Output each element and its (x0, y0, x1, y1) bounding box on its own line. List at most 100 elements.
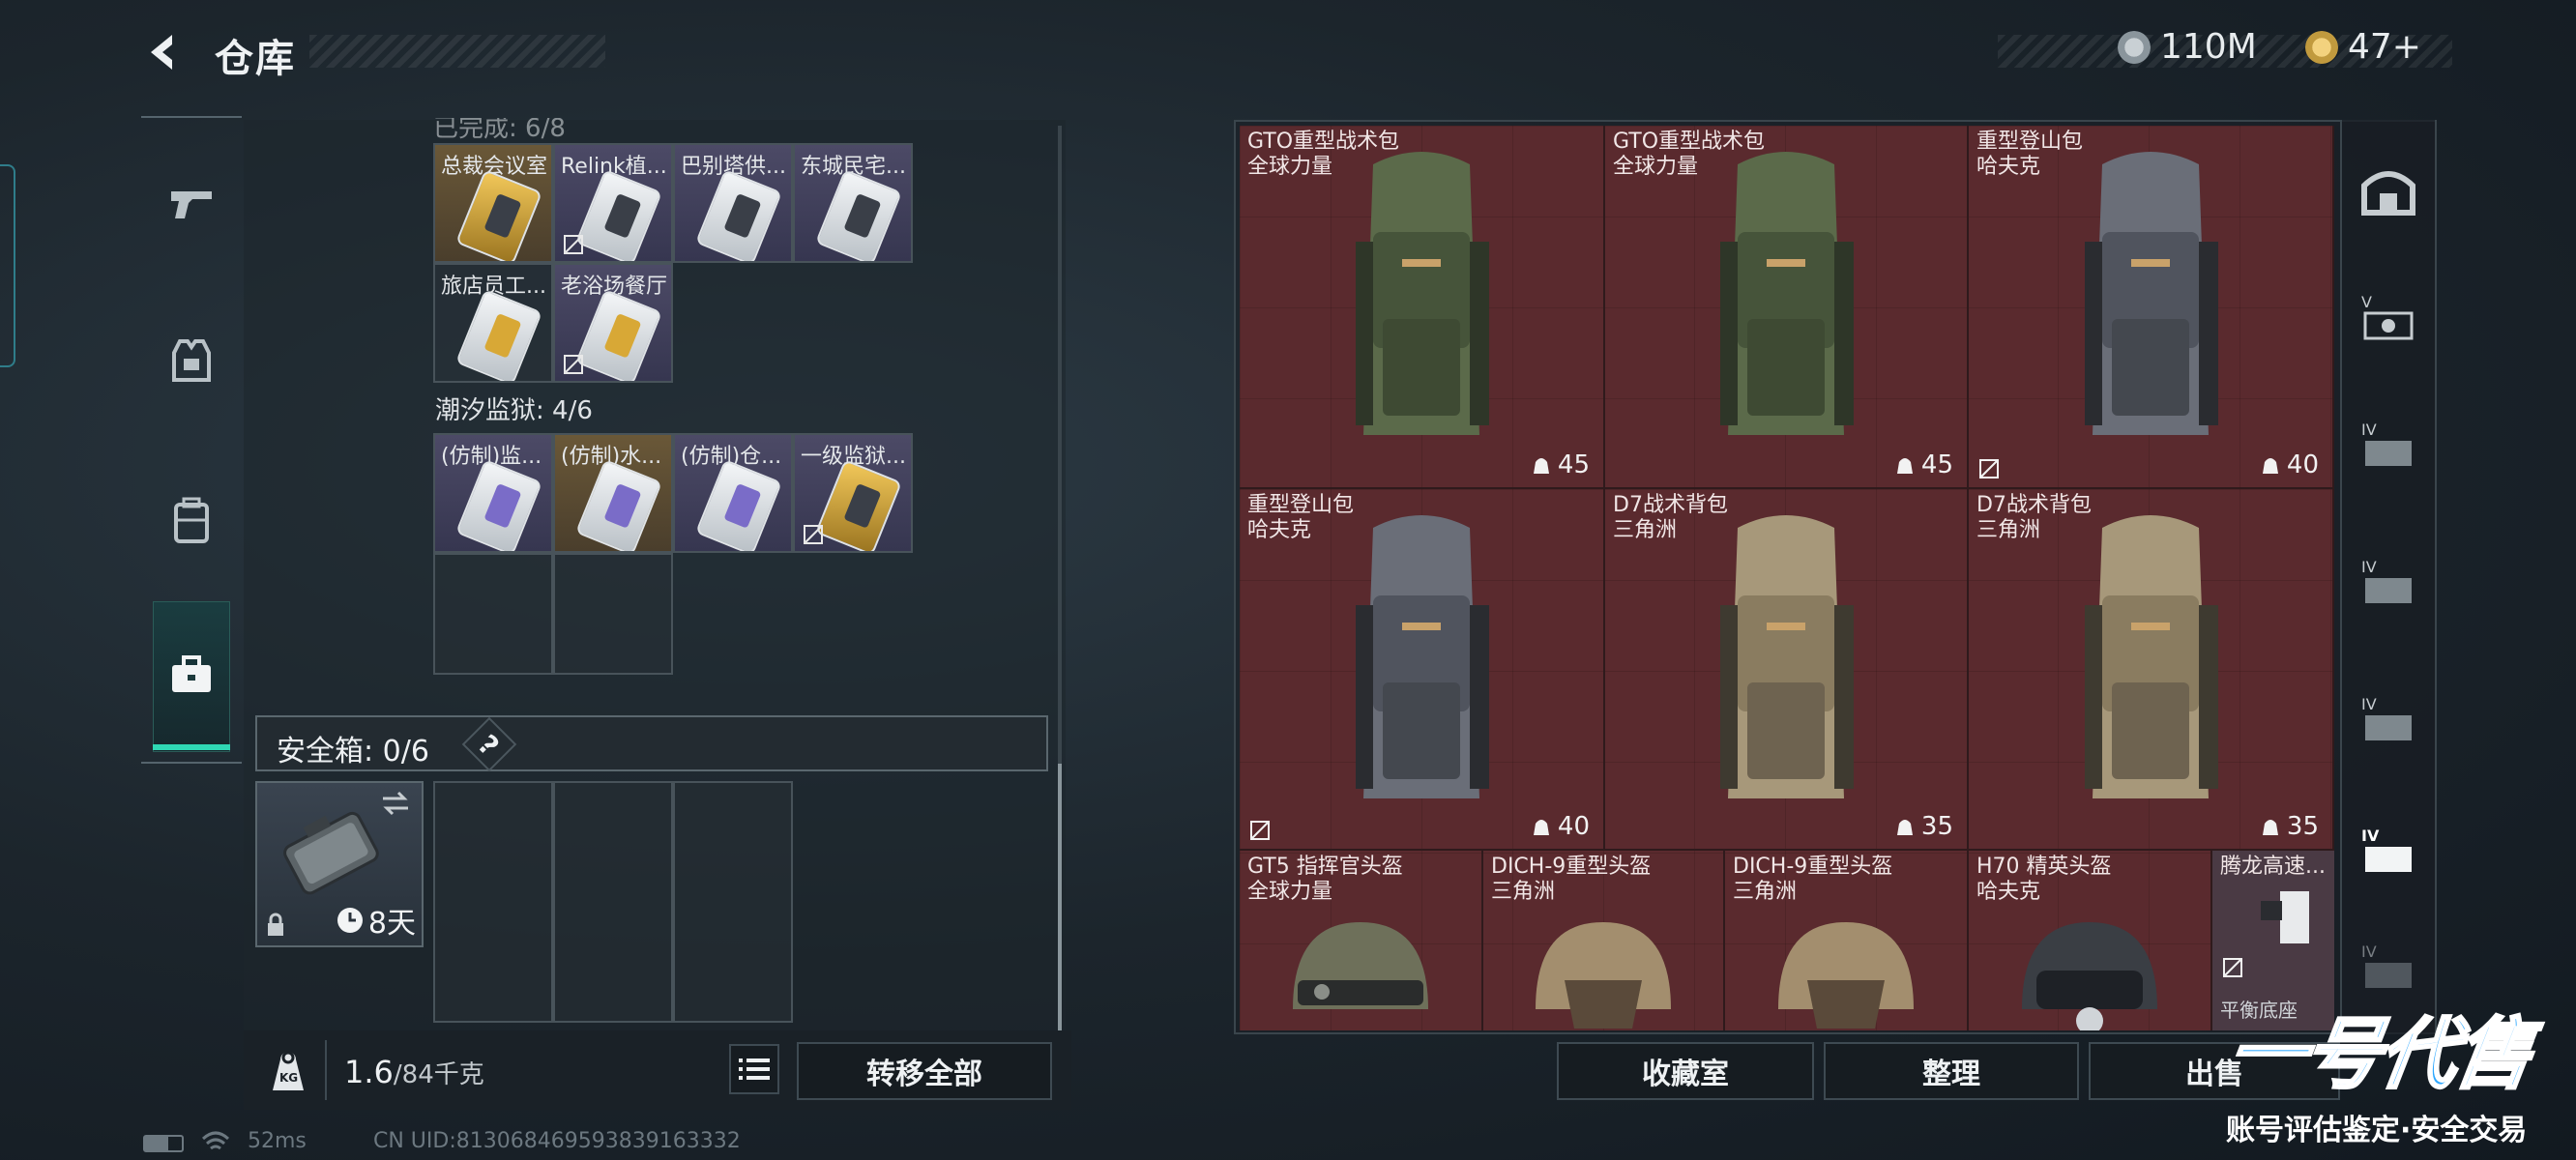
backpack-image (1720, 152, 1854, 435)
item-name: GT5 指挥官头盔 全球力量 (1247, 855, 1403, 904)
stash-item-backpack[interactable]: 重型登山包 哈夫克 40 (1240, 489, 1605, 851)
stash-tab-3[interactable]: IV (2357, 551, 2419, 613)
stash-item-backpack[interactable]: D7战术背包 三角洲 35 (1605, 489, 1969, 851)
keycard-icon (814, 168, 903, 261)
transfer-all-button[interactable]: 转移全部 (797, 1042, 1052, 1100)
back-arrow-icon[interactable] (143, 31, 186, 73)
stash-tab-4[interactable]: IV (2357, 688, 2419, 750)
coin-icon (2118, 30, 2151, 64)
svg-text:V: V (2361, 293, 2372, 311)
svg-text:IV: IV (2361, 558, 2377, 576)
svg-text:IV: IV (2361, 826, 2380, 845)
key-slot-7[interactable]: (仿制)监... (433, 433, 553, 553)
nav-toolbox[interactable] (155, 638, 228, 711)
safebox-case-icon (283, 811, 379, 895)
key-slot-8[interactable]: (仿制)水... (553, 433, 673, 553)
svg-text:IV: IV (2361, 420, 2377, 439)
safe-slot-1[interactable] (433, 781, 553, 1023)
svg-text:IV: IV (2361, 942, 2377, 961)
item-capacity: 40 (1531, 812, 1590, 841)
capacity-icon (2262, 820, 2278, 835)
nav-equipment[interactable] (155, 325, 228, 398)
uid-text: CN UID:813068469593839163332 (373, 1129, 741, 1153)
weight-icon: KG (263, 1046, 313, 1096)
stash-tab-home[interactable] (2357, 160, 2419, 222)
stash-item-helmet[interactable]: DICH-9重型头盔 三角洲 (1725, 851, 1969, 1030)
item-capacity: 35 (1894, 812, 1953, 841)
watermark: 一号代售 账号评估鉴定·安全交易 (2220, 986, 2576, 1160)
item-capacity: 45 (1531, 450, 1590, 479)
backpack-image (2085, 515, 2218, 798)
stash-tab-1[interactable]: V (2357, 286, 2419, 348)
nav-divider (141, 116, 242, 118)
stash-tier-icon: IV (2361, 558, 2412, 603)
currency-bonds[interactable]: 47+ (2305, 27, 2421, 67)
stash-tab-2[interactable]: IV (2357, 414, 2419, 476)
toolbox-icon (172, 655, 211, 692)
item-name: DICH-9重型头盔 三角洲 (1491, 855, 1652, 904)
stash-tier-icon: IV (2361, 942, 2412, 988)
bond-icon (2305, 30, 2338, 64)
duration-badge: 8天 (336, 899, 416, 942)
keycard-icon (454, 288, 543, 381)
stash-tab-5-active[interactable]: IV (2357, 820, 2419, 882)
help-icon[interactable]: ? (461, 716, 517, 772)
swap-icon[interactable] (379, 789, 412, 818)
clock-icon (337, 908, 363, 933)
key-slot-4[interactable]: 东城民宅... (793, 143, 913, 263)
safe-slot-2[interactable] (553, 781, 673, 1023)
collection-room-button[interactable]: 收藏室 (1557, 1042, 1814, 1100)
nav-backpack[interactable] (155, 483, 228, 557)
attachment-image (2261, 891, 2309, 943)
helmet-image (1536, 922, 1671, 1029)
key-slot-2[interactable]: Relink植... (553, 143, 673, 263)
list-view-button[interactable] (729, 1044, 779, 1094)
no-trade-icon (564, 355, 583, 374)
key-slot-10[interactable]: 一级监狱... (793, 433, 913, 553)
key-slot-9[interactable]: (仿制)仓... (673, 433, 793, 553)
stash-item-backpack[interactable]: GTO重型战术包 全球力量 45 (1240, 126, 1605, 489)
currency-bonds-value: 47+ (2348, 27, 2421, 67)
keycard-icon (454, 168, 543, 261)
header-decor-strip (309, 35, 605, 68)
ping-text: 52ms (248, 1129, 307, 1153)
item-name: DICH-9重型头盔 三角洲 (1733, 855, 1893, 904)
key-slot-1[interactable]: 总裁会议室 (433, 143, 553, 263)
item-name: 重型登山包 哈夫克 (1247, 493, 1355, 542)
vault-icon (2361, 171, 2415, 216)
no-trade-icon (804, 525, 823, 544)
left-scrollbar-thumb[interactable] (1058, 764, 1062, 1030)
capacity-icon (1533, 820, 1549, 835)
stash-item-helmet[interactable]: DICH-9重型头盔 三角洲 (1483, 851, 1725, 1030)
helmet-image (1293, 922, 1428, 1009)
stash-item-helmet[interactable]: H70 精英头盔 哈夫克 (1969, 851, 2212, 1030)
section-tide-prison: 潮汐监狱: 4/6 (435, 396, 593, 425)
list-icon (739, 1058, 770, 1080)
key-slot-6[interactable]: 老浴场餐厅 (553, 263, 673, 383)
keycard-icon (574, 168, 663, 261)
page-title: 仓库 (215, 37, 296, 81)
safe-slot-3[interactable] (673, 781, 793, 1023)
stash-item-backpack[interactable]: 重型登山包 哈夫克 40 (1969, 126, 2334, 489)
sort-button[interactable]: 整理 (1824, 1042, 2079, 1100)
item-name: 腾龙高速... (2220, 855, 2326, 879)
key-slot-empty-1[interactable] (433, 553, 553, 675)
currency-coins-value: 110M (2160, 27, 2257, 67)
wifi-icon (201, 1131, 230, 1150)
partial-section-header: 已完成: 6/8 (433, 114, 566, 143)
stash-item-backpack[interactable]: GTO重型战术包 全球力量 45 (1605, 126, 1969, 489)
nav-active-indicator (153, 744, 230, 750)
item-name: H70 精英头盔 哈夫克 (1976, 855, 2112, 904)
weight-value: 1.6 (344, 1054, 394, 1090)
stash-item-backpack[interactable]: D7战术背包 三角洲 35 (1969, 489, 2334, 851)
capacity-icon (1896, 458, 1913, 474)
key-slot-5[interactable]: 旅店员工... (433, 263, 553, 383)
key-slot-empty-2[interactable] (553, 553, 673, 675)
nav-weapon[interactable] (155, 166, 228, 240)
key-slot-3[interactable]: 巴别塔供... (673, 143, 793, 263)
backpack-image (1720, 515, 1854, 798)
stash-tier-icon: V (2361, 293, 2414, 340)
stash-item-helmet[interactable]: GT5 指挥官头盔 全球力量 (1240, 851, 1483, 1030)
lock-icon (268, 913, 283, 936)
safebox-item[interactable]: 8天 (255, 781, 424, 947)
